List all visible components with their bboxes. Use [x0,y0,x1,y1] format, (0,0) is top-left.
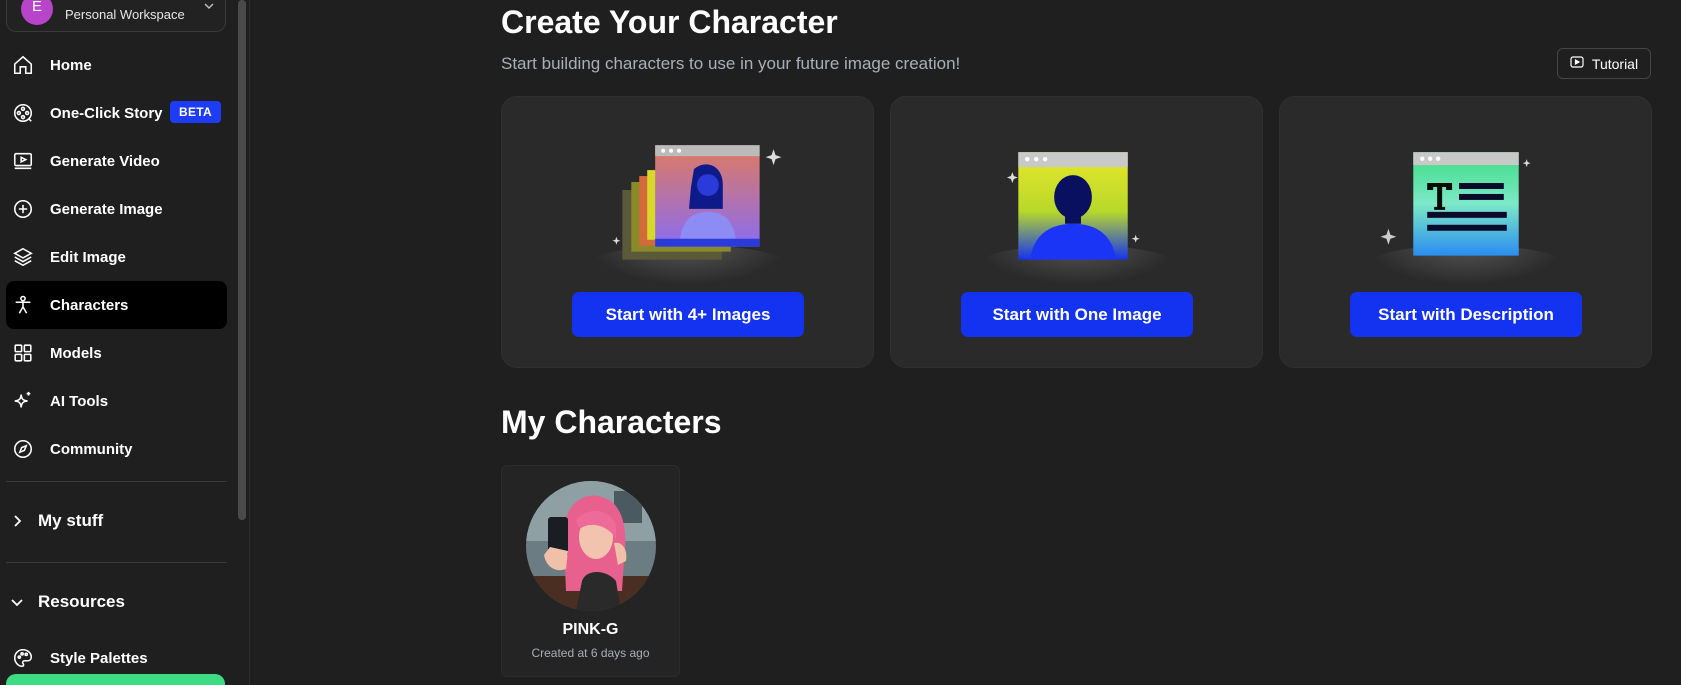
start-with-one-image-button[interactable]: Start with One Image [961,292,1193,337]
film-reel-icon [11,101,35,125]
sidebar-item-label: Home [50,56,92,74]
sidebar-item-label: One-Click Story [50,104,163,122]
section-label: Resources [38,592,125,611]
workspace-avatar: E [21,0,53,25]
compass-icon [11,437,35,461]
sidebar-item-generate-video[interactable]: Generate Video [6,137,227,185]
section-label: My stuff [38,511,104,530]
sparkle-icon [11,389,35,413]
beta-badge: BETA [170,101,221,123]
workspace-label: Personal Workspace [65,7,185,22]
video-icon [11,149,35,173]
sidebar-item-label: Models [50,344,102,362]
grid-icon [11,341,35,365]
person-icon [11,293,35,317]
single-image-illustration [1006,152,1140,260]
character-created-at: Created at 6 days ago [531,646,650,660]
sidebar-item-one-click-story[interactable]: One-Click Story BETA [6,89,227,137]
plus-circle-icon [11,197,35,221]
character-name: PINK-G [562,621,619,638]
layers-icon [11,245,35,269]
start-card-one-image: Start with One Image [890,96,1263,368]
sidebar-item-characters[interactable]: Characters [6,281,227,329]
sidebar-item-home[interactable]: Home [6,41,227,89]
character-avatar [526,481,656,611]
sidebar-item-label: Generate Video [50,152,160,170]
workspace-switcher[interactable]: E Personal Workspace [6,0,226,32]
sidebar-divider [6,562,227,563]
tutorial-button[interactable]: Tutorial [1557,48,1651,79]
sidebar-item-label: Community [50,440,133,458]
page-title: Create Your Character [501,4,838,40]
sidebar-item-label: Generate Image [50,200,163,218]
sidebar-item-label: Edit Image [50,248,126,266]
section-my-stuff[interactable]: My stuff [10,511,103,531]
sidebar-divider [6,481,227,482]
sidebar-item-label: AI Tools [50,392,109,410]
page-subtitle: Start building characters to use in your… [501,54,961,73]
sidebar-item-label: Characters [50,296,129,314]
stacked-images-illustration [612,145,782,260]
tutorial-label: Tutorial [1591,55,1639,72]
start-card-multi-image: Start with 4+ Images [501,96,874,368]
play-icon [1570,55,1592,72]
sidebar-item-ai-tools[interactable]: AI Tools [6,377,227,425]
my-characters-title: My Characters [501,404,722,440]
start-with-description-button[interactable]: Start with Description [1350,292,1582,337]
main-content: Create Your Character Start building cha… [251,0,1681,685]
upgrade-button[interactable] [6,674,225,685]
sidebar-item-label: Style Palettes [50,649,148,667]
sidebar: E Personal Workspace Home One-Click Stor… [0,0,250,685]
chevron-down-icon [203,0,215,17]
sidebar-item-generate-image[interactable]: Generate Image [6,185,227,233]
sidebar-item-edit-image[interactable]: Edit Image [6,233,227,281]
section-resources[interactable]: Resources [10,592,125,612]
sidebar-scrollbar[interactable] [238,0,246,520]
character-card[interactable]: PINK-G Created at 6 days ago [501,465,680,677]
sidebar-item-models[interactable]: Models [6,329,227,377]
palette-icon [11,646,35,670]
description-illustration [1380,152,1531,256]
start-with-images-button[interactable]: Start with 4+ Images [572,292,804,337]
sidebar-item-community[interactable]: Community [6,425,227,473]
home-icon [11,53,35,77]
chevron-down-icon [10,595,26,609]
app-root: E Personal Workspace Home One-Click Stor… [0,0,1681,685]
start-card-description: Start with Description [1279,96,1652,368]
chevron-right-icon [10,514,26,528]
